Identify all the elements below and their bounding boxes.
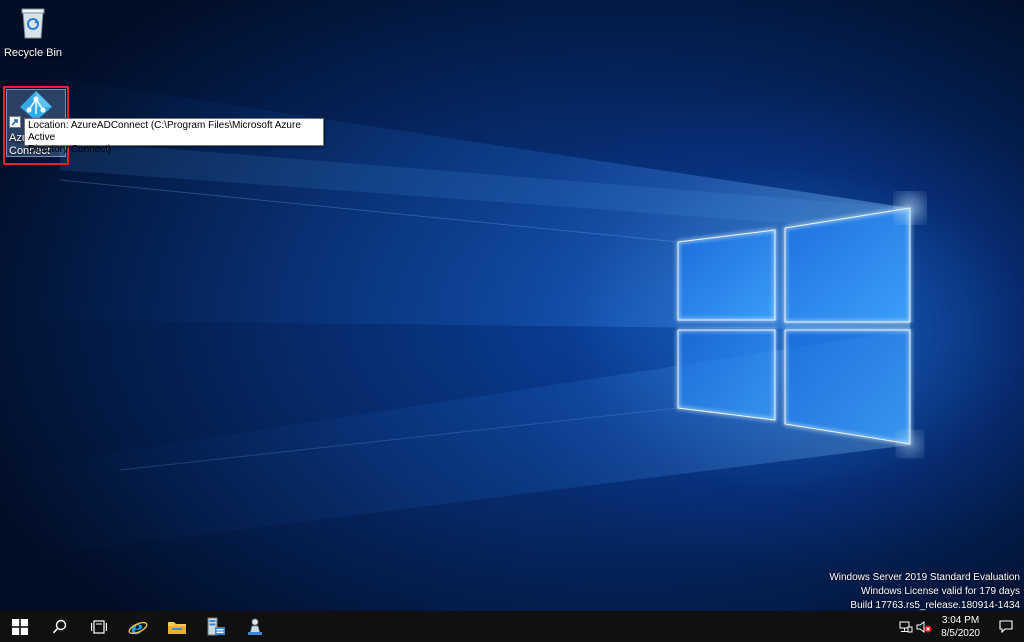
taskbar: e 3:04 PM 8/5/2020 <box>0 611 1024 642</box>
internet-explorer-button[interactable]: e <box>118 611 157 642</box>
start-icon <box>12 618 28 635</box>
internet-explorer-icon: e <box>128 617 147 637</box>
taskbar-clock[interactable]: 3:04 PM 8/5/2020 <box>933 614 988 640</box>
clock-date: 8/5/2020 <box>941 627 980 639</box>
windows-watermark: Windows Server 2019 Standard Evaluation … <box>829 571 1020 613</box>
file-explorer-button[interactable] <box>157 611 196 642</box>
search-button[interactable] <box>40 611 79 642</box>
file-explorer-icon <box>167 621 186 634</box>
recycle-bin-label: Recycle Bin <box>3 47 63 59</box>
notification-icon <box>999 620 1013 633</box>
network-icon <box>899 621 913 632</box>
watermark-edition: Windows Server 2019 Standard Evaluation <box>829 572 1020 583</box>
shortcut-tooltip: Location: AzureADConnect (C:\Program Fil… <box>24 118 324 155</box>
server-manager-button[interactable] <box>196 611 235 642</box>
windows-logo-light <box>0 70 924 560</box>
recycle-bin-shortcut[interactable]: Recycle Bin <box>2 6 64 60</box>
server-manager-icon <box>207 617 225 635</box>
watermark-license: Windows License valid for 179 days <box>861 586 1020 597</box>
volume-button[interactable] <box>915 611 933 642</box>
action-center-button[interactable] <box>988 611 1024 642</box>
start-button[interactable] <box>0 611 40 642</box>
task-view-icon <box>90 619 107 634</box>
system-tray: 3:04 PM 8/5/2020 <box>897 611 1024 642</box>
network-button[interactable] <box>897 611 915 642</box>
search-icon <box>52 619 66 633</box>
clock-time: 3:04 PM <box>941 614 980 626</box>
azure-ad-connect-taskbar-button[interactable] <box>235 611 274 642</box>
task-view-button[interactable] <box>79 611 118 642</box>
azure-ad-connect-taskbar-icon <box>247 618 262 635</box>
desktop-wallpaper <box>0 0 1024 611</box>
recycle-bin-icon <box>21 8 45 39</box>
volume-muted-icon <box>916 620 932 633</box>
